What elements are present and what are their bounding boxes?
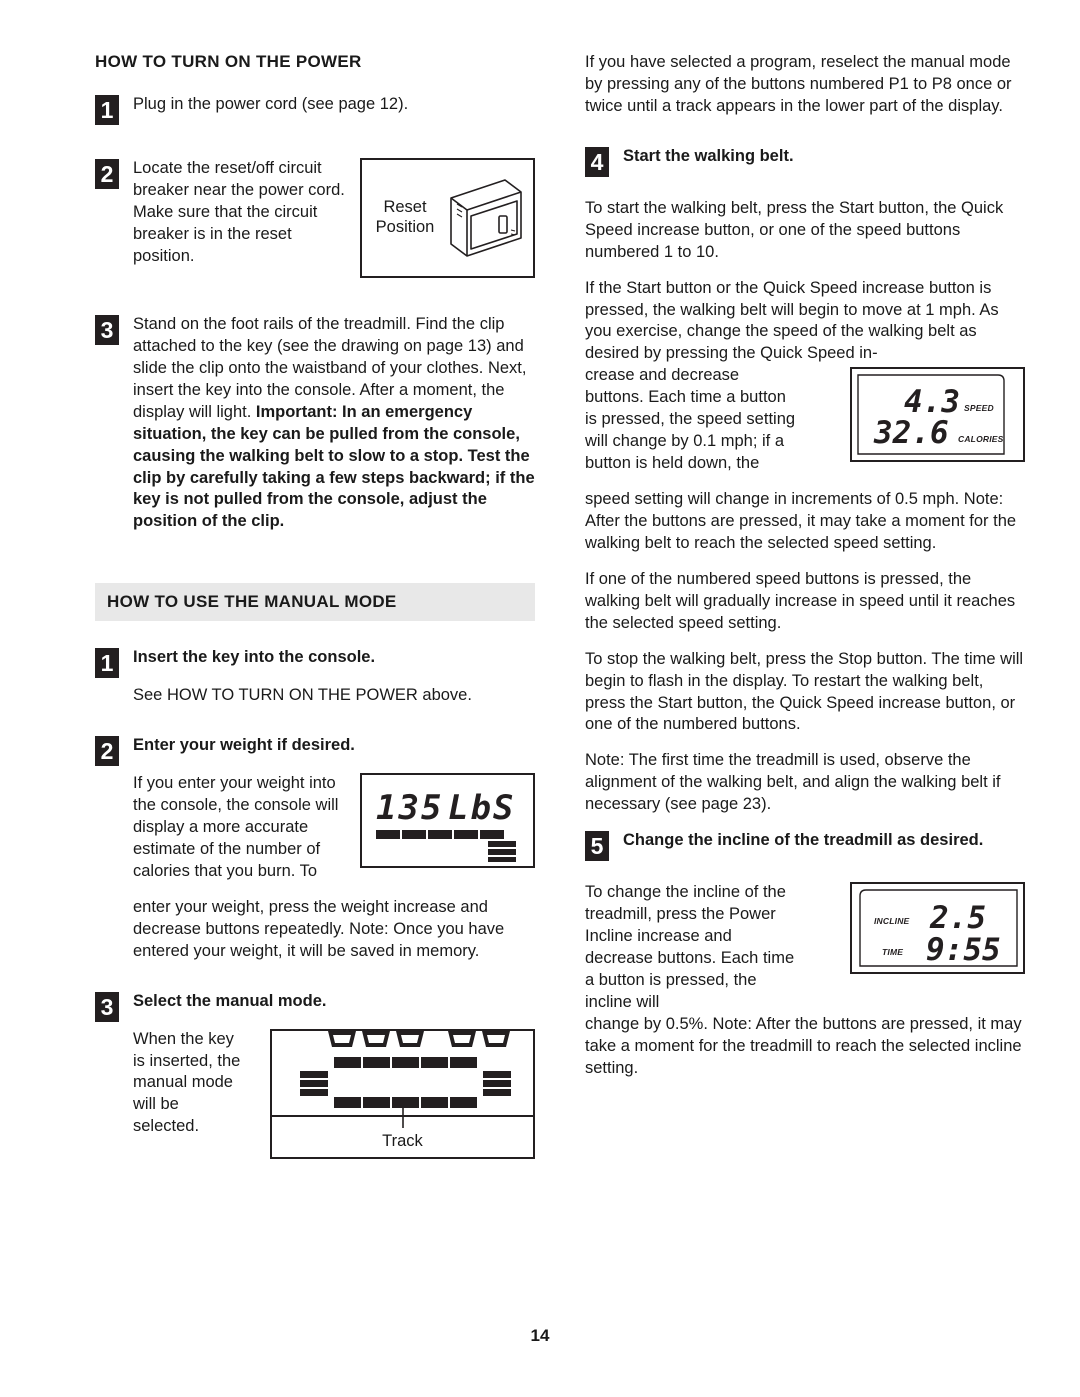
step-body: Enter your weight if desired. [133,735,535,757]
figure-frame: INCLINE 2.5 TIME 9:55 [850,882,1025,975]
step-3-manual-text: When the key is inserted, the manual mod… [133,1029,241,1136]
step-1-manual-body: See HOW TO TURN ON THE POWER above. [133,686,472,705]
step-5-text-rest: change by 0.5%. Note: After the buttons … [585,1014,1022,1077]
calories-value: 32.6 [873,415,949,451]
step-body: Change the incline of the treadmill as d… [623,830,1025,852]
section-title-manual-mode: HOW TO USE THE MANUAL MODE [95,583,535,622]
step-4-paragraph-2: If the Start button or the Quick Speed i… [585,278,999,363]
step-body: Start the walking belt. [623,146,1025,168]
step-number-badge: 3 [95,991,119,1022]
step-1-power: 1 Plug in the power cord (see page 12). [95,94,535,125]
manual-page: HOW TO TURN ON THE POWER 1 Plug in the p… [0,0,1080,1397]
step-4-wrap-block: If the Start button or the Quick Speed i… [585,278,1025,569]
step-heading: Change the incline of the treadmill as d… [623,831,984,850]
step-body: Insert the key into the console. [133,647,535,669]
step-number-badge: 1 [95,95,119,125]
step-number-badge: 3 [95,314,119,345]
step-body: Reset Position Locate the reset/off circ… [133,157,535,278]
right-intro-paragraph: If you have selected a program, reselect… [585,53,1012,115]
weight-progress-bar [376,830,516,863]
step-number-badge: 2 [95,736,119,767]
step-1-manual: 1 Insert the key into the console. [95,647,535,679]
step-5-change-incline: 5 Change the incline of the treadmill as… [585,830,1025,862]
figure-frame: Reset Position [360,157,535,278]
step-4-paragraph-3: crease and decrease buttons. Each time a… [585,366,796,473]
figure-frame: Track [270,1028,535,1159]
calories-label: CALORIES [958,434,1004,444]
step-5-body: INCLINE 2.5 TIME 9:55 To change the incl… [585,882,1025,1093]
figure-frame: 4.3 SPEED 32.6 CALORIES [850,367,1025,463]
weight-lcd-graphic: 135 LbS [376,788,516,863]
speed-calories-lcd-graphic: 4.3 SPEED 32.6 CALORIES [857,374,1005,456]
track-segments [300,1056,511,1108]
left-column: HOW TO TURN ON THE POWER 1 Plug in the p… [95,52,535,1165]
step-4-paragraph-6: To stop the walking belt, press the Stop… [585,649,1024,734]
step-number-badge: 4 [585,146,609,177]
track-partial-digits [328,1030,510,1047]
speed-label: SPEED [964,403,994,413]
incline-value: 2.5 [929,900,986,936]
section-title-power: HOW TO TURN ON THE POWER [95,52,362,71]
reset-position-label: Reset Position [375,198,435,236]
step-3-manual-body: Track When the key is inserted, the manu… [95,1028,535,1165]
reset-position-figure: Reset Position [360,157,535,278]
step-body: Select the manual mode. [133,991,535,1013]
step-text: Stand on the foot rails of the treadmill… [133,314,535,533]
step-4-paragraph-7: Note: The first time the treadmill is us… [585,751,1001,814]
weight-display-figure: 135 LbS [360,773,535,869]
incline-time-lcd-graphic: INCLINE 2.5 TIME 9:55 [859,889,1018,968]
figure-frame: 135 LbS [360,773,535,869]
step-text: Plug in the power cord (see page 12). [133,95,409,113]
track-caption: Track [382,1131,423,1150]
page-number: 14 [530,1326,550,1345]
step-text-important: Important: In an emergency situation, th… [133,402,535,531]
weight-unit: LbS [448,788,515,828]
step-2-power: 2 Reset Position Locate the reset/off ci… [95,157,535,284]
incline-display-figure: INCLINE 2.5 TIME 9:55 [850,882,1025,975]
circuit-breaker-icon [450,179,522,257]
step-heading: Insert the key into the console. [133,648,376,667]
step-heading: Start the walking belt. [623,146,794,165]
step-heading: Enter your weight if desired. [133,736,355,755]
step-4-paragraph-1: To start the walking belt, press the Sta… [585,198,1004,261]
step-body: Stand on the foot rails of the treadmill… [133,314,535,533]
step-number-badge: 5 [585,831,609,862]
step-body: Plug in the power cord (see page 12). [133,94,535,116]
speed-display-figure: 4.3 SPEED 32.6 CALORIES [850,367,1025,463]
step-3-manual: 3 Select the manual mode. [95,991,535,1022]
step-heading: Select the manual mode. [133,991,327,1010]
track-display-figure: Track [270,1028,535,1159]
step-4-paragraph-5: If one of the numbered speed buttons is … [585,569,1016,632]
step-5-text-wrap: To change the incline of the treadmill, … [585,883,795,1011]
weight-value: 135 [376,788,443,828]
time-label: TIME [882,947,903,957]
right-column: If you have selected a program, reselect… [585,52,1025,1094]
step-2-manual-text-rest: enter your weight, press the weight incr… [133,897,505,960]
step-3-power: 3 Stand on the foot rails of the treadmi… [95,314,535,533]
step-4-start-belt: 4 Start the walking belt. [585,146,1025,177]
step-number-badge: 1 [95,648,119,679]
time-value: 9:55 [926,932,1001,968]
step-2-manual: 2 Enter your weight if desired. [95,735,535,767]
step-4-paragraph-4: speed setting will change in increments … [585,490,1017,552]
step-2-manual-body: 135 LbS If you enter your weight into th… [95,773,535,977]
incline-label: INCLINE [874,916,910,926]
step-number-badge: 2 [95,158,119,189]
